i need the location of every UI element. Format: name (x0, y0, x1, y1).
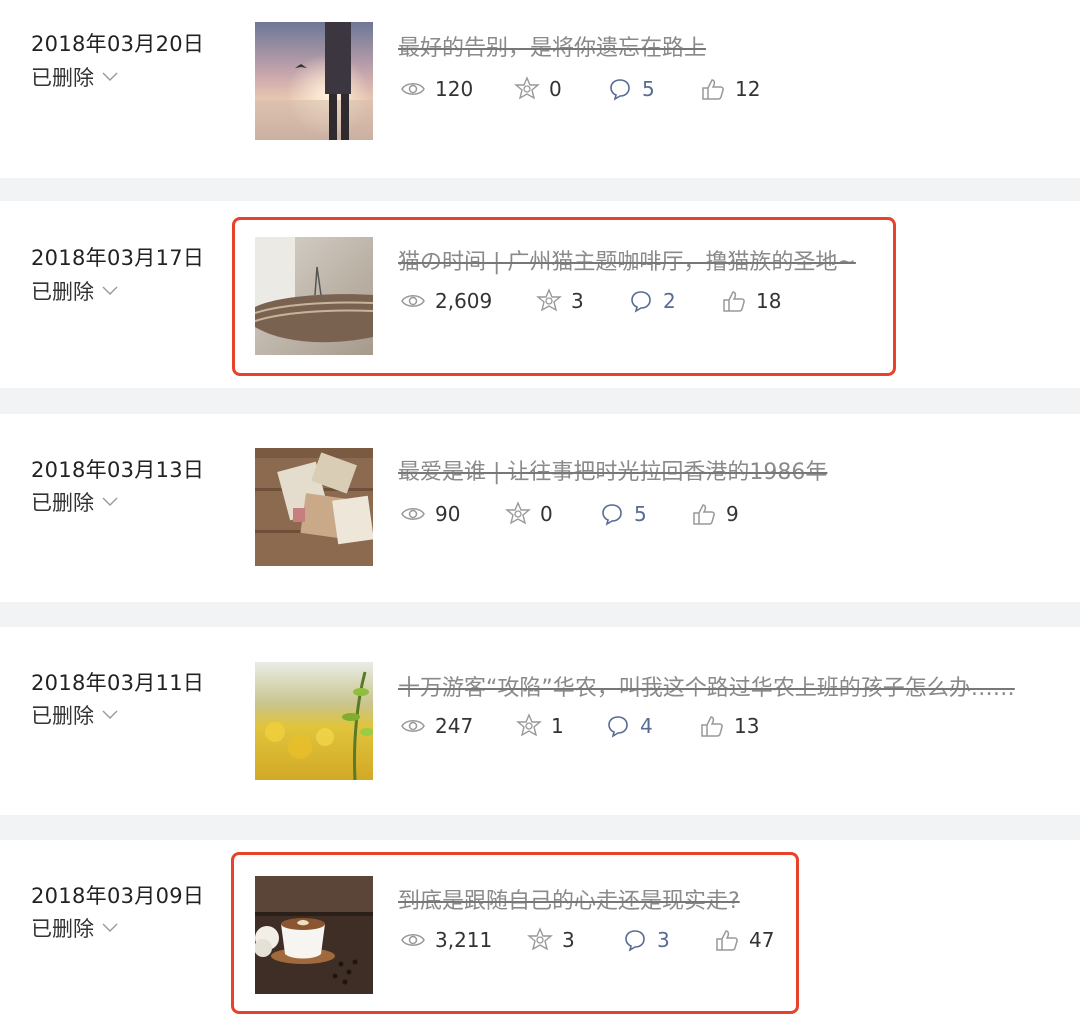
share-star-icon (505, 501, 531, 525)
comments-stat[interactable]: 4 (605, 713, 653, 739)
stats-bar: 3,211 3 3 47 (0, 927, 1080, 953)
comments-count: 5 (642, 77, 655, 101)
shares-stat: 3 (527, 927, 575, 953)
eye-icon (401, 934, 425, 946)
publish-date: 2018年03月17日 (31, 246, 205, 270)
likes-stat: 13 (699, 713, 759, 739)
shares-stat: 3 (536, 288, 584, 314)
thumbs-up-icon (702, 79, 724, 100)
views-stat: 247 (400, 713, 473, 739)
publish-date: 2018年03月20日 (31, 32, 205, 56)
comments-stat[interactable]: 2 (628, 288, 676, 314)
shares-count: 3 (562, 928, 575, 952)
eye-icon (401, 508, 425, 520)
likes-count: 13 (734, 714, 760, 738)
article-title[interactable]: 最好的告别，是将你遗忘在路上 (398, 30, 706, 62)
views-count: 120 (435, 77, 474, 101)
thumbs-up-icon (723, 291, 745, 312)
shares-count: 3 (571, 289, 584, 313)
publish-date: 2018年03月13日 (31, 458, 205, 482)
shares-count: 0 (540, 502, 553, 526)
share-star-icon (514, 76, 540, 100)
article-title[interactable]: 十万游客“攻陷”华农，叫我这个路过华农上班的孩子怎么办…… (398, 670, 1015, 702)
list-item: 2018年03月13日 已删除 最爱是谁 | 让往事把时光拉回香港的1986年 (0, 414, 1080, 602)
likes-count: 12 (735, 77, 761, 101)
views-stat: 3,211 (400, 927, 492, 953)
share-star-icon (536, 288, 562, 312)
comments-count: 3 (657, 928, 670, 952)
eye-icon (401, 295, 425, 307)
list-item: 2018年03月20日 已删除 最好的告别，是将你遗忘在路上 120 0 5 1… (0, 0, 1080, 178)
publish-date: 2018年03月11日 (31, 671, 205, 695)
comments-count: 2 (663, 289, 676, 313)
shares-stat: 0 (514, 76, 562, 102)
likes-stat: 9 (691, 501, 739, 527)
eye-icon (401, 720, 425, 732)
likes-count: 47 (749, 928, 775, 952)
views-count: 90 (435, 502, 461, 526)
shares-count: 0 (549, 77, 562, 101)
shares-stat: 1 (516, 713, 564, 739)
stats-bar: 2,609 3 2 18 (0, 288, 1080, 314)
comments-stat[interactable]: 5 (607, 76, 655, 102)
thumbs-up-icon (716, 930, 738, 951)
likes-count: 9 (726, 502, 739, 526)
views-stat: 120 (400, 76, 473, 102)
views-count: 2,609 (435, 289, 493, 313)
comment-bubble-icon (610, 79, 630, 101)
comment-bubble-icon (608, 716, 628, 738)
views-count: 3,211 (435, 928, 493, 952)
thumbs-up-icon (693, 504, 715, 525)
share-star-icon (527, 927, 553, 951)
views-stat: 90 (400, 501, 460, 527)
likes-stat: 47 (714, 927, 774, 953)
comment-bubble-icon (625, 930, 645, 952)
share-star-icon (516, 713, 542, 737)
shares-count: 1 (551, 714, 564, 738)
comment-bubble-icon (602, 504, 622, 526)
publish-date: 2018年03月09日 (31, 884, 205, 908)
article-title[interactable]: 猫の时间 | 广州猫主题咖啡厅，撸猫族的圣地~ (398, 244, 856, 276)
list-item: 2018年03月11日 已删除 十万游客“攻陷”华农，叫我这个路过华农上班的孩子… (0, 627, 1080, 815)
likes-count: 18 (756, 289, 782, 313)
list-item: 2018年03月09日 已删除 到底是跟随自己的心走还是现实走? 3,211 3… (0, 840, 1080, 1019)
likes-stat: 12 (700, 76, 760, 102)
eye-icon (401, 83, 425, 95)
stats-bar: 120 0 5 12 (0, 76, 1080, 102)
comments-count: 5 (634, 502, 647, 526)
comments-stat[interactable]: 3 (622, 927, 670, 953)
article-list: 2018年03月20日 已删除 最好的告别，是将你遗忘在路上 120 0 5 1… (0, 0, 1080, 1019)
comment-bubble-icon (631, 291, 651, 313)
views-count: 247 (435, 714, 474, 738)
article-title[interactable]: 最爱是谁 | 让往事把时光拉回香港的1986年 (398, 454, 827, 486)
comments-count: 4 (640, 714, 653, 738)
list-item: 2018年03月17日 已删除 猫の时间 | 广州猫主题咖啡厅，撸猫族的圣地~ … (0, 201, 1080, 388)
shares-stat: 0 (505, 501, 553, 527)
stats-bar: 90 0 5 9 (0, 501, 1080, 527)
thumbs-up-icon (701, 716, 723, 737)
stats-bar: 247 1 4 13 (0, 713, 1080, 739)
article-title[interactable]: 到底是跟随自己的心走还是现实走? (398, 883, 740, 915)
views-stat: 2,609 (400, 288, 492, 314)
likes-stat: 18 (721, 288, 781, 314)
comments-stat[interactable]: 5 (599, 501, 647, 527)
